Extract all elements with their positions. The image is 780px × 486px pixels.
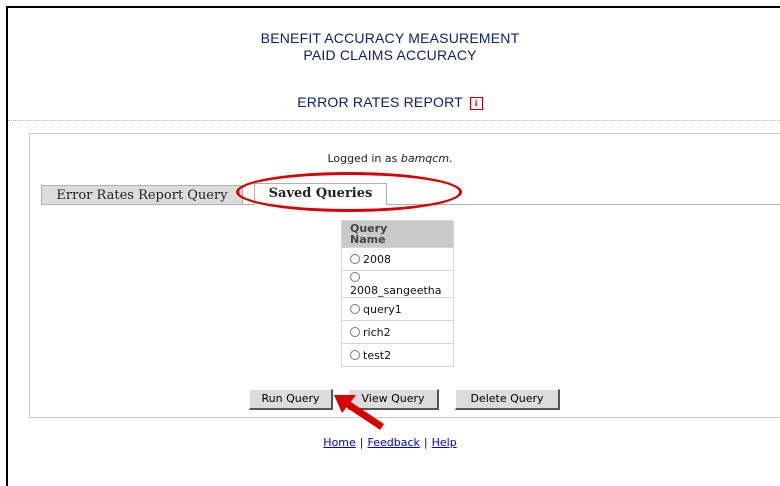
query-name-column-header: Query Name <box>341 220 454 248</box>
query-name: 2008_sangeetha <box>350 284 442 297</box>
footer-separator: | <box>359 436 364 449</box>
app-title-line2: PAID CLAIMS ACCURACY <box>303 47 477 63</box>
login-username: bamqcm <box>400 152 450 165</box>
table-row: 2008 <box>341 247 454 271</box>
radio-button[interactable] <box>350 349 360 360</box>
highlight-ellipse-annotation <box>236 172 462 212</box>
app-title-line1: BENEFIT ACCURACY MEASUREMENT <box>260 30 520 46</box>
tab-error-rates-report-query[interactable]: Error Rates Report Query <box>41 185 243 204</box>
radio-button[interactable] <box>350 303 360 314</box>
query-option[interactable]: 2008 <box>341 247 454 271</box>
radio-button[interactable] <box>350 272 360 282</box>
table-row: rich2 <box>341 320 454 344</box>
table-row: 2008_sangeetha <box>341 270 454 298</box>
table-row: test2 <box>341 343 454 367</box>
red-arrow-annotation-icon <box>334 395 384 430</box>
query-option[interactable]: 2008_sangeetha <box>341 270 454 298</box>
saved-queries-table: Query Name 2008 2008_sangeetha query1 ri… <box>341 220 454 367</box>
home-link[interactable]: Home <box>323 436 355 449</box>
report-title-text: ERROR RATES REPORT <box>297 94 463 110</box>
feedback-link[interactable]: Feedback <box>368 436 420 449</box>
login-status: Logged in as bamqcm. <box>0 152 780 165</box>
info-icon[interactable]: i <box>469 97 483 110</box>
radio-button[interactable] <box>350 326 360 337</box>
login-status-suffix: . <box>449 152 453 165</box>
query-name: query1 <box>363 302 402 316</box>
query-name: rich2 <box>363 325 391 339</box>
delete-query-button[interactable]: Delete Query <box>455 389 560 410</box>
help-link[interactable]: Help <box>432 436 457 449</box>
table-row: query1 <box>341 297 454 321</box>
login-status-prefix: Logged in as <box>327 152 401 165</box>
radio-button[interactable] <box>350 253 360 264</box>
query-option[interactable]: test2 <box>341 343 454 367</box>
query-option[interactable]: rich2 <box>341 320 454 344</box>
query-option[interactable]: query1 <box>341 297 454 321</box>
query-name: test2 <box>363 348 392 362</box>
report-title: ERROR RATES REPORT i <box>0 94 780 110</box>
query-name: 2008 <box>363 252 391 266</box>
footer-links: Home | Feedback | Help <box>0 436 780 449</box>
footer-separator: | <box>423 436 428 449</box>
run-query-button[interactable]: Run Query <box>249 389 333 410</box>
header-divider <box>8 120 780 121</box>
